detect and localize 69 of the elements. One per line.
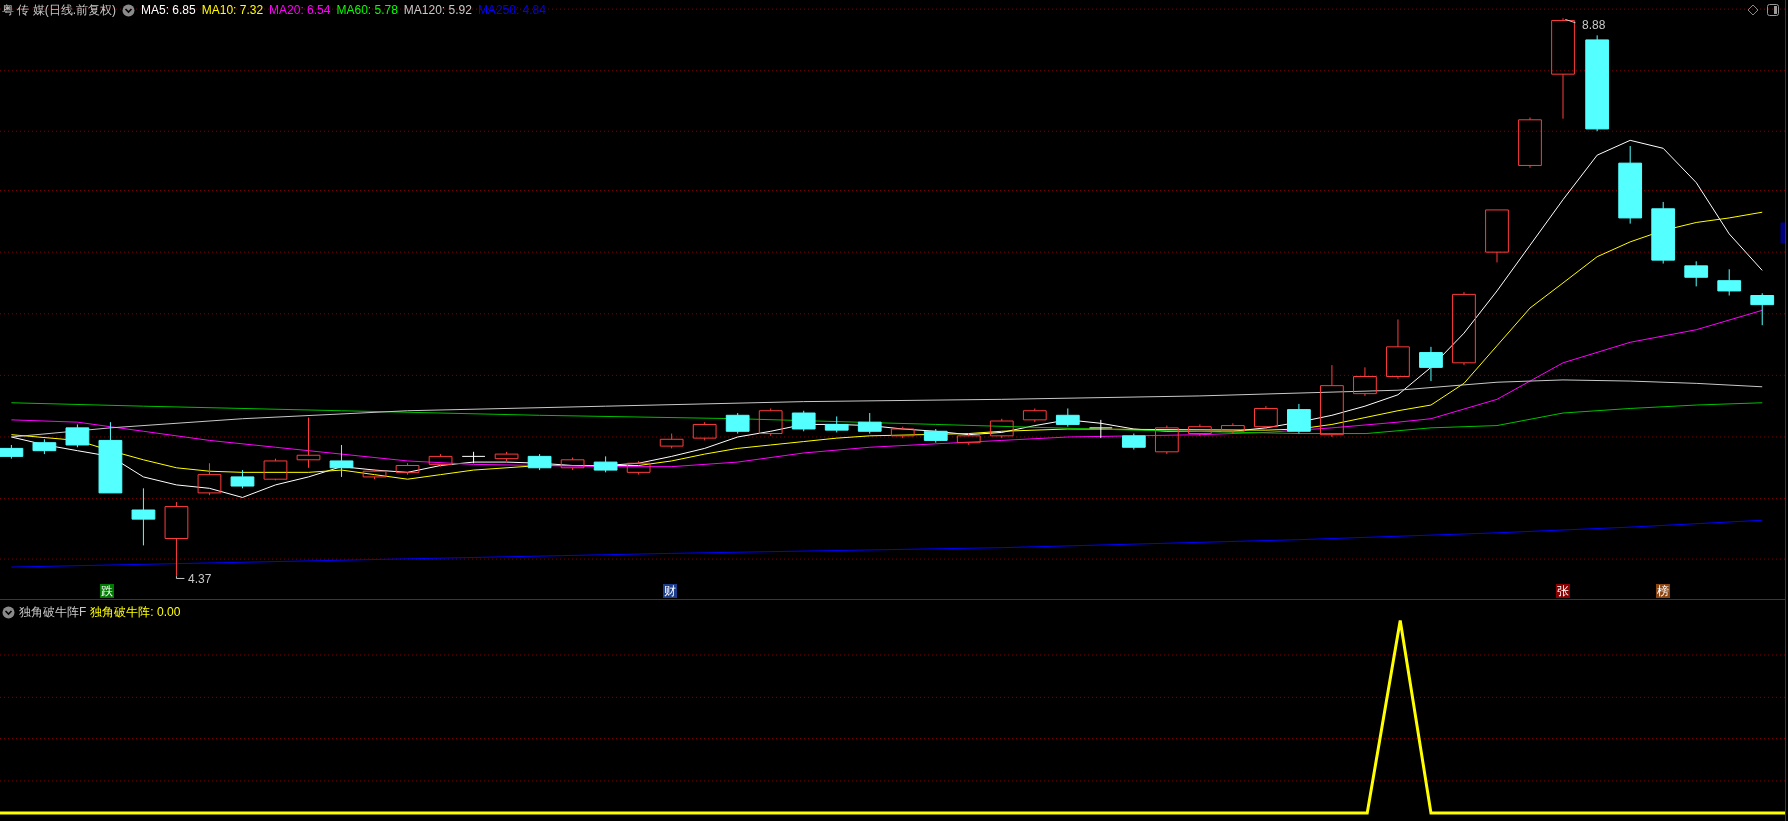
candlestick bbox=[1485, 209, 1509, 263]
moving-average-value: MA5: 6.85 bbox=[141, 2, 196, 19]
candlestick bbox=[1121, 433, 1146, 451]
candlestick bbox=[329, 444, 354, 478]
candlestick bbox=[857, 412, 882, 435]
candlestick bbox=[395, 462, 420, 476]
moving-average-value: MA250: 4.84 bbox=[477, 2, 546, 19]
candlestick bbox=[461, 451, 486, 464]
candlestick bbox=[1750, 292, 1775, 326]
candlestick bbox=[197, 462, 222, 496]
candlestick bbox=[626, 460, 651, 476]
candlestick bbox=[692, 421, 717, 441]
candlestick bbox=[296, 417, 321, 469]
candlestick bbox=[989, 418, 1014, 439]
moving-average-value: MA120: 5.92 bbox=[403, 2, 472, 19]
indicator-value: 独角破牛阵: 0.00 bbox=[90, 604, 181, 621]
moving-average-value: MA10: 7.32 bbox=[201, 2, 264, 19]
candlestick bbox=[1419, 346, 1443, 382]
candlestick bbox=[725, 412, 750, 435]
candlestick bbox=[1287, 403, 1311, 435]
candlestick bbox=[1055, 407, 1080, 428]
candlestick bbox=[593, 455, 618, 473]
price-label: 8.88 bbox=[1582, 17, 1606, 34]
candlestick bbox=[1684, 260, 1709, 287]
leader-line bbox=[1564, 18, 1577, 24]
dropdown-icon[interactable] bbox=[2, 605, 15, 619]
candlestick bbox=[1221, 422, 1245, 435]
event-marker[interactable]: 张 bbox=[1556, 584, 1570, 598]
candlestick bbox=[824, 415, 849, 433]
event-marker[interactable]: 财 bbox=[663, 584, 677, 598]
candlestick bbox=[1022, 407, 1047, 423]
moving-average-value: MA20: 6.54 bbox=[269, 2, 331, 19]
leader-line bbox=[175, 575, 185, 579]
candlestick bbox=[1154, 425, 1179, 455]
candlestick bbox=[1386, 318, 1410, 380]
candlestick bbox=[890, 426, 915, 439]
candlestick bbox=[428, 453, 453, 468]
indicator-title: 独角破牛阵F bbox=[19, 604, 87, 621]
candlestick bbox=[362, 468, 387, 480]
candlestick bbox=[494, 451, 519, 462]
candlestick bbox=[791, 410, 816, 432]
candlestick bbox=[1188, 423, 1212, 437]
chart-title: 粤 传 媒(日线.前复权) bbox=[2, 2, 116, 19]
candlestick bbox=[263, 458, 288, 481]
candlestick bbox=[65, 423, 90, 448]
candlestick bbox=[1717, 268, 1742, 296]
candlestick bbox=[1254, 405, 1278, 430]
event-marker[interactable]: 榜 bbox=[1656, 584, 1670, 598]
candlestick bbox=[758, 407, 783, 437]
event-marker[interactable]: 跌 bbox=[100, 584, 114, 598]
candlestick bbox=[1518, 117, 1542, 169]
dropdown-icon[interactable] bbox=[122, 3, 135, 17]
candlestick bbox=[1353, 366, 1377, 397]
candlestick bbox=[560, 457, 585, 471]
candlestick bbox=[230, 469, 255, 489]
diamond-icon[interactable] bbox=[1747, 4, 1759, 16]
candlestick bbox=[1651, 201, 1676, 265]
panel-toggle-icon[interactable] bbox=[1767, 4, 1779, 16]
price-marker bbox=[1780, 222, 1785, 243]
candlestick bbox=[527, 453, 552, 471]
price-label: 4.37 bbox=[188, 571, 212, 588]
moving-average-value: MA60: 5.78 bbox=[336, 2, 398, 19]
candlestick bbox=[32, 438, 57, 455]
candlestick bbox=[131, 487, 156, 546]
candlestick bbox=[956, 433, 981, 446]
candlestick bbox=[1088, 419, 1113, 439]
candlestick bbox=[923, 428, 948, 444]
candlestick bbox=[659, 433, 684, 449]
candlestick bbox=[0, 444, 24, 460]
